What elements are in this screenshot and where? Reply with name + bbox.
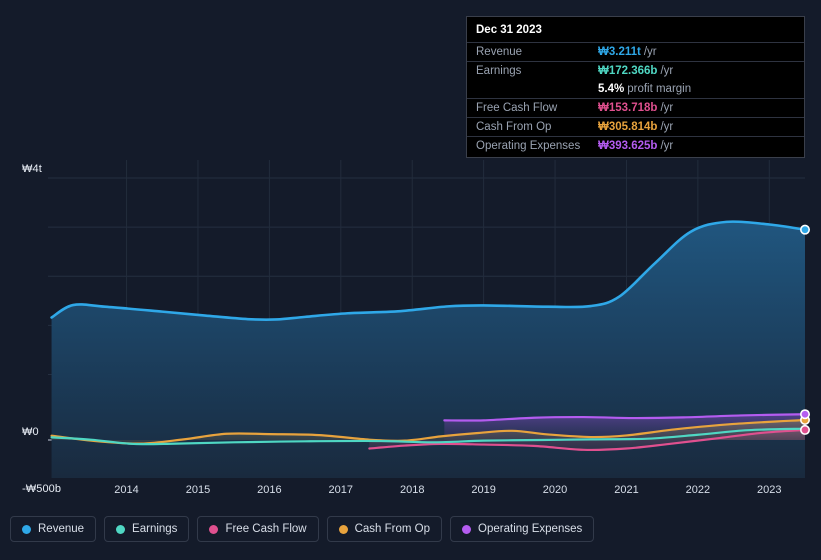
tooltip-row-label: Free Cash Flow — [476, 102, 598, 114]
x-axis-tick-2019: 2019 — [471, 484, 495, 496]
x-axis-tick-2021: 2021 — [614, 484, 638, 496]
legend-item-label: Earnings — [132, 523, 177, 535]
legend-color-dot-icon — [209, 525, 218, 534]
y-axis-label-4t: ₩4t — [22, 163, 42, 175]
tooltip-row-value: ₩172.366b — [598, 65, 657, 77]
legend-color-dot-icon — [116, 525, 125, 534]
tooltip-row: Revenue₩3.211t/yr — [467, 42, 804, 61]
tooltip-row-unit: /yr — [660, 140, 673, 152]
x-axis-tick-2014: 2014 — [114, 484, 138, 496]
y-axis-label-0: ₩0 — [22, 426, 39, 438]
chart-area-fills — [52, 222, 805, 478]
tooltip-row: Operating Expenses₩393.625b/yr — [467, 136, 804, 155]
legend-item-earnings[interactable]: Earnings — [104, 516, 189, 542]
legend-item-label: Operating Expenses — [478, 523, 582, 535]
tooltip-row-unit: /yr — [660, 121, 673, 133]
legend-item-operating-expenses[interactable]: Operating Expenses — [450, 516, 594, 542]
legend-item-label: Revenue — [38, 523, 84, 535]
x-axis-tick-2023: 2023 — [757, 484, 781, 496]
tooltip-row: Earnings₩172.366b/yr — [467, 61, 804, 80]
legend-item-free-cash-flow[interactable]: Free Cash Flow — [197, 516, 318, 542]
chart-legend: Revenue Earnings Free Cash Flow Cash From O… — [10, 516, 594, 542]
tooltip-row-value: ₩153.718b — [598, 102, 657, 114]
tooltip-row-label: Cash From Op — [476, 121, 598, 133]
tooltip-row-value: ₩305.814b — [598, 121, 657, 133]
tooltip-row-unit: /yr — [644, 46, 657, 58]
tooltip-date: Dec 31 2023 — [467, 17, 804, 42]
x-axis-tick-2018: 2018 — [400, 484, 424, 496]
tooltip-row: Cash From Op₩305.814b/yr — [467, 117, 804, 136]
tooltip-row: Free Cash Flow₩153.718b/yr — [467, 98, 804, 117]
tooltip-row-value: ₩3.211t — [598, 46, 641, 58]
x-axis-tick-2020: 2020 — [543, 484, 567, 496]
x-axis-tick-2022: 2022 — [686, 484, 710, 496]
legend-item-cash-from-op[interactable]: Cash From Op — [327, 516, 442, 542]
legend-color-dot-icon — [462, 525, 471, 534]
tooltip-row-unit: profit margin — [627, 83, 691, 95]
chart-root: ₩4t ₩0 -₩500b 20142015201620172018201920… — [0, 0, 821, 560]
legend-item-revenue[interactable]: Revenue — [10, 516, 96, 542]
legend-color-dot-icon — [339, 525, 348, 534]
x-axis-tick-2017: 2017 — [329, 484, 353, 496]
legend-item-label: Free Cash Flow — [225, 523, 306, 535]
tooltip-row-value: 5.4% — [598, 83, 624, 95]
tooltip-row-unit: /yr — [660, 102, 673, 114]
x-axis: 2014 2015 2016 2017 2018 2019 2020 2021 2022 2023 — [0, 478, 821, 508]
x-axis-tick-2015: 2015 — [186, 484, 210, 496]
tooltip-row-value: ₩393.625b — [598, 140, 657, 152]
chart-tooltip: Dec 31 2023 Revenue₩3.211t/yrEarnings₩17… — [466, 16, 805, 158]
tooltip-row-label: Operating Expenses — [476, 140, 598, 152]
tooltip-row-label: Revenue — [476, 46, 598, 58]
tooltip-row: 5.4%profit margin — [467, 80, 804, 98]
tooltip-row-label: Earnings — [476, 65, 598, 77]
x-axis-tick-2016: 2016 — [257, 484, 281, 496]
legend-item-label: Cash From Op — [355, 523, 430, 535]
tooltip-row-unit: /yr — [660, 65, 673, 77]
legend-color-dot-icon — [22, 525, 31, 534]
